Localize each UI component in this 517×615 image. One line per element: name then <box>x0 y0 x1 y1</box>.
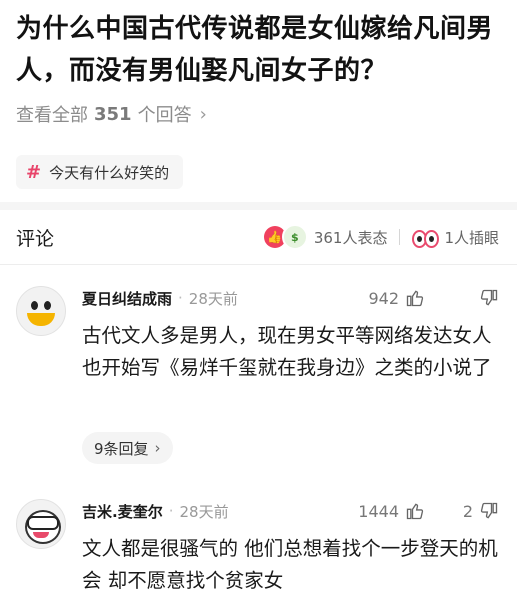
thumbs-down-icon <box>480 289 498 306</box>
comment-author[interactable]: 吉米.麦奎尔 <box>82 501 163 522</box>
comments-title: 评论 <box>16 227 55 250</box>
view-all-prefix: 查看全部 <box>16 105 88 126</box>
comment-body: 古代文人多是男人，现在男女平等网络发达女人也开始写《易烊千玺就在我身边》之类的小… <box>82 324 492 379</box>
comment-author[interactable]: 夏日纠结成雨 <box>82 288 172 309</box>
chevron-right-icon: › <box>199 103 207 125</box>
comments-header: 评论 👍 $ 361人表态 1人插眼 <box>0 210 517 265</box>
dislike-button[interactable] <box>473 286 499 310</box>
answer-count: 351 <box>94 103 132 125</box>
reactions-bar[interactable]: 👍 $ 361人表态 1人插眼 <box>263 224 499 250</box>
avatar-eye <box>31 301 38 310</box>
topic-tag-label: 今天有什么好笑的 <box>49 163 170 182</box>
thumbs-up-icon <box>406 290 424 307</box>
hashtag-icon: # <box>26 161 42 183</box>
dislike-count: 2 <box>462 501 473 521</box>
chevron-right-icon: › <box>154 439 161 457</box>
avatar-glasses <box>27 516 59 530</box>
eyes-count: 1人插眼 <box>444 228 499 247</box>
eyes-icon <box>412 227 440 248</box>
dislike-button[interactable]: 2 <box>463 499 499 523</box>
avatar[interactable] <box>16 499 66 549</box>
view-all-answers-link[interactable]: 查看全部 351 个回答 › <box>16 101 207 127</box>
like-button[interactable]: 1444 <box>358 499 425 523</box>
like-button[interactable]: 942 <box>368 286 425 310</box>
view-replies-button[interactable]: 9条回复 › <box>82 432 173 464</box>
money-emoji-icon: $ <box>281 224 308 250</box>
thumbs-up-icon <box>406 503 424 520</box>
topic-tag[interactable]: # 今天有什么好笑的 <box>16 155 184 189</box>
like-count: 1444 <box>358 501 399 521</box>
avatar-eye <box>44 301 51 310</box>
comment-body: 文人都是很骚气的 他们总想着找个一步登天的机会 却不愿意找个贫家女 <box>82 537 498 592</box>
thumbs-down-icon <box>480 502 498 519</box>
like-count: 942 <box>368 288 399 308</box>
replies-count: 9条回复 <box>94 439 149 458</box>
separator-dot: · <box>168 502 174 520</box>
reactions-count: 361人表态 <box>313 228 388 247</box>
comment-header: 吉米.麦奎尔 · 28天前 <box>82 499 229 523</box>
comment-time: 28天前 <box>188 289 238 308</box>
avatar[interactable] <box>16 286 66 336</box>
view-all-suffix: 个回答 <box>137 105 192 126</box>
avatar-beak <box>27 313 55 326</box>
comment-time: 28天前 <box>179 502 229 521</box>
comment-header: 夏日纠结成雨 · 28天前 <box>82 286 238 310</box>
question-title: 为什么中国古代传说都是女仙嫁给凡间男人，而没有男仙娶凡间女子的？ <box>16 14 494 86</box>
separator-dot: · <box>178 289 183 307</box>
reactions-separator <box>399 229 401 245</box>
section-divider <box>0 202 517 210</box>
